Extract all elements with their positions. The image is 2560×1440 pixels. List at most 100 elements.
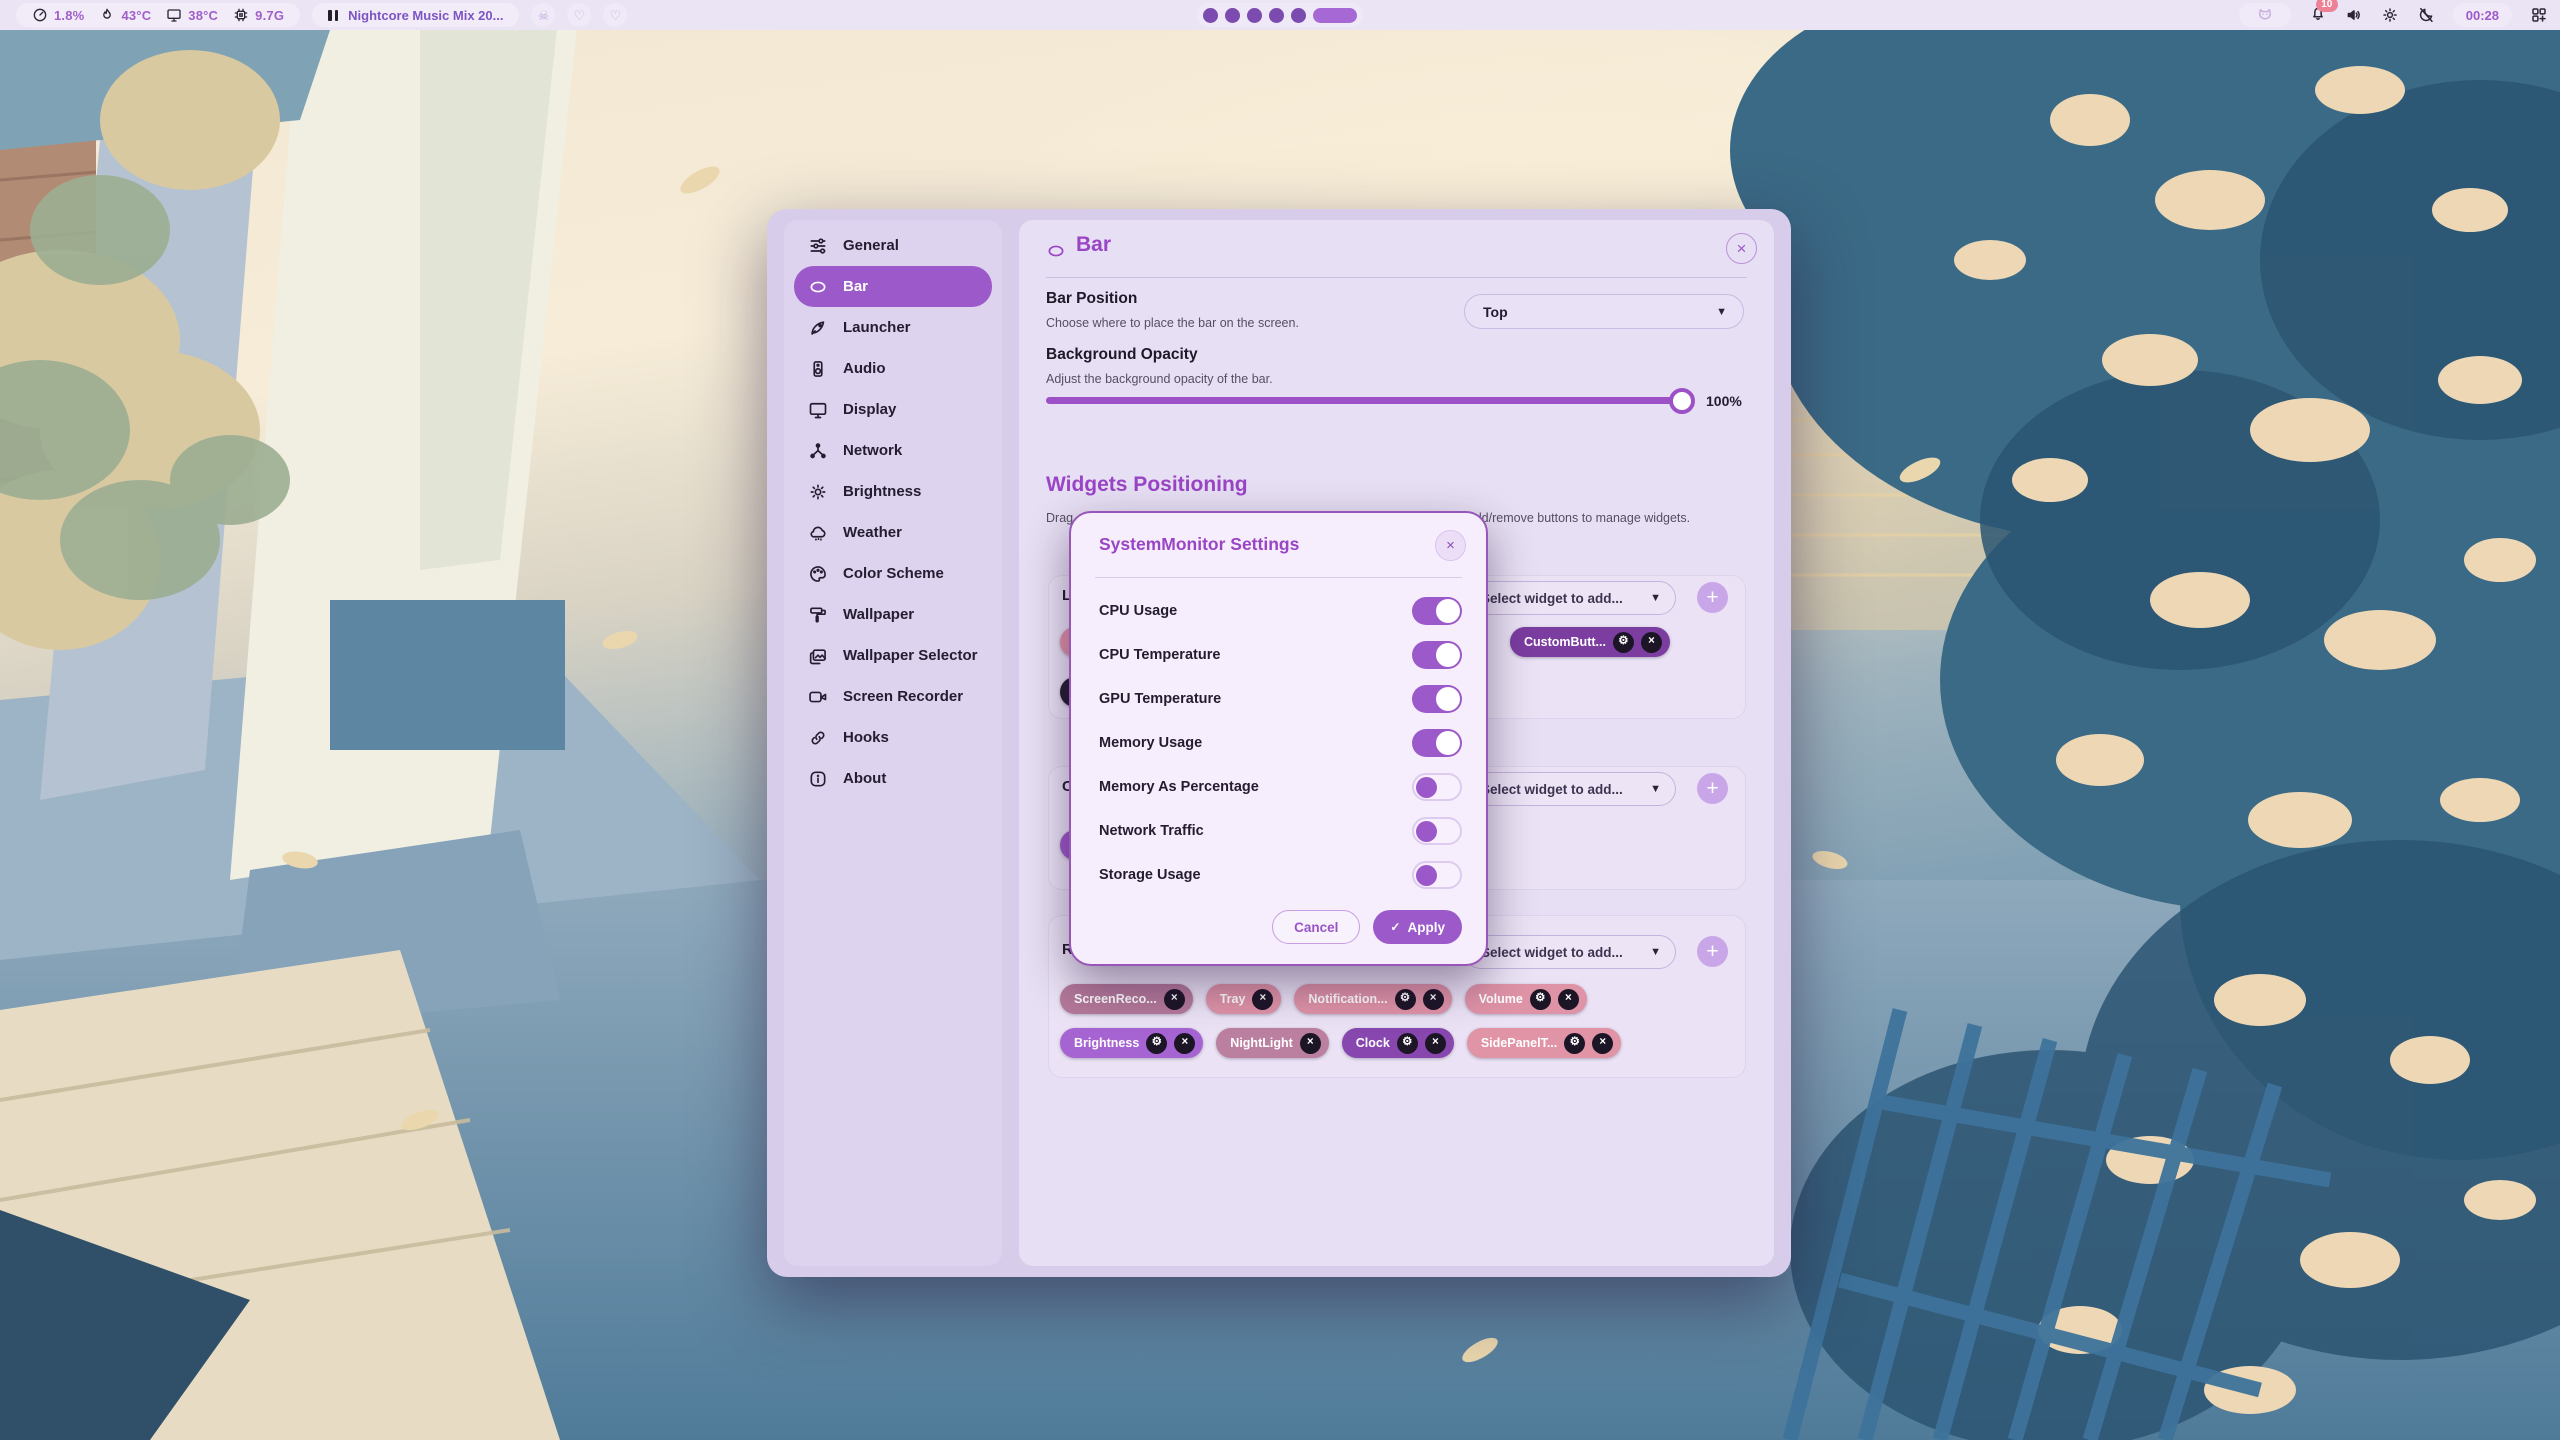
gauge-icon (32, 7, 48, 23)
memory-usage-toggle[interactable] (1412, 729, 1462, 757)
notifications-button[interactable]: 10 (2309, 4, 2327, 27)
media-player-module[interactable]: Nightcore Music Mix 20... (312, 3, 519, 27)
remove-icon[interactable]: × (1592, 1033, 1613, 1054)
add-widget-button[interactable]: + (1697, 582, 1728, 613)
bar-position-value: Top (1483, 304, 1508, 320)
tray-heart-icon-2[interactable]: ♡ (603, 3, 627, 27)
add-widget-button[interactable]: + (1697, 936, 1728, 967)
toggle-label: CPU Temperature (1099, 647, 1220, 663)
chevron-down-icon: ▼ (1716, 306, 1727, 318)
widget-chip[interactable]: ScreenReco... × (1060, 984, 1193, 1014)
remove-icon[interactable]: × (1252, 989, 1273, 1010)
background-opacity-label: Background Opacity (1046, 346, 1198, 364)
widgets-positioning-title: Widgets Positioning (1046, 473, 1248, 497)
sidebar-item-network[interactable]: Network (794, 430, 992, 471)
volume-icon[interactable] (2345, 6, 2363, 24)
workspaces-module[interactable] (1197, 3, 1363, 27)
widget-chip[interactable]: Tray × (1206, 984, 1282, 1014)
network-icon (808, 441, 828, 461)
tray-skull-icon[interactable]: ☠ (531, 3, 555, 27)
remove-icon[interactable]: × (1300, 1033, 1321, 1054)
widget-chip[interactable]: CustomButt... ⚙ × (1510, 627, 1670, 657)
gear-icon[interactable]: ⚙ (1564, 1033, 1585, 1054)
dialog-title: SystemMonitor Settings (1099, 534, 1299, 555)
workspace-dot[interactable] (1269, 8, 1284, 23)
remove-icon[interactable]: × (1641, 632, 1662, 653)
chevron-down-icon: ▼ (1650, 946, 1661, 958)
sidebar-item-weather[interactable]: Weather (794, 512, 992, 553)
opacity-slider-track[interactable] (1046, 397, 1689, 404)
sidebar-item-color-scheme[interactable]: Color Scheme (794, 553, 992, 594)
toggle-row: GPU Temperature (1071, 677, 1486, 721)
widget-chip[interactable]: Brightness ⚙ × (1060, 1028, 1203, 1058)
gear-icon[interactable]: ⚙ (1395, 989, 1416, 1010)
widget-chip[interactable]: NightLight × (1216, 1028, 1328, 1058)
remove-icon[interactable]: × (1174, 1033, 1195, 1054)
remove-icon[interactable]: × (1164, 989, 1185, 1010)
widget-chip[interactable]: Clock ⚙ × (1342, 1028, 1454, 1058)
gear-icon[interactable]: ⚙ (1613, 632, 1634, 653)
night-light-moon-icon[interactable] (2417, 6, 2435, 24)
cpu-temp-stat: 43°C (99, 7, 151, 23)
top-bar: 1.8% 43°C 38°C 9.7G Nightcore Music Mix … (0, 0, 2560, 30)
cpu-usage-value: 1.8% (54, 8, 84, 23)
remove-icon[interactable]: × (1558, 989, 1579, 1010)
widget-chip-label: Clock (1356, 1036, 1390, 1050)
add-widget-select[interactable]: Select widget to add... ▼ (1464, 772, 1676, 806)
gear-icon[interactable]: ⚙ (1530, 989, 1551, 1010)
sidebar-item-wallpaper[interactable]: Wallpaper (794, 594, 992, 635)
widget-chip[interactable]: Notification... ⚙ × (1294, 984, 1451, 1014)
workspace-dot[interactable] (1291, 8, 1306, 23)
clock-module[interactable]: 00:28 (2453, 3, 2512, 27)
sidebar-item-hooks[interactable]: Hooks (794, 717, 992, 758)
brightness-sun-icon[interactable] (2381, 6, 2399, 24)
tray-app-button[interactable] (2239, 3, 2291, 27)
sidebar-item-bar[interactable]: Bar (794, 266, 992, 307)
remove-icon[interactable]: × (1425, 1033, 1446, 1054)
sidebar-item-launcher[interactable]: Launcher (794, 307, 992, 348)
add-widget-button[interactable]: + (1697, 773, 1728, 804)
sidebar-item-wallpaper-selector[interactable]: Wallpaper Selector (794, 635, 992, 676)
tray-heart-icon[interactable]: ♡ (567, 3, 591, 27)
workspace-dot[interactable] (1225, 8, 1240, 23)
widget-chip-label: CustomButt... (1524, 635, 1606, 649)
gpu-temp-stat: 38°C (166, 7, 218, 23)
sidebar-item-label: About (843, 770, 886, 787)
cpu-temperature-toggle[interactable] (1412, 641, 1462, 669)
system-stats-module[interactable]: 1.8% 43°C 38°C 9.7G (16, 3, 300, 27)
widget-chip[interactable]: SidePanelT... ⚙ × (1467, 1028, 1621, 1058)
cpu-usage-toggle[interactable] (1412, 597, 1462, 625)
close-icon[interactable]: × (1726, 233, 1757, 264)
memory-stat: 9.7G (233, 7, 284, 23)
gpu-temperature-toggle[interactable] (1412, 685, 1462, 713)
check-icon: ✓ (1390, 920, 1400, 934)
close-icon[interactable]: × (1435, 530, 1466, 561)
cancel-button[interactable]: Cancel (1272, 910, 1360, 944)
gear-icon[interactable]: ⚙ (1397, 1033, 1418, 1054)
sidebar-item-display[interactable]: Display (794, 389, 992, 430)
dashboard-add-icon[interactable] (2530, 6, 2548, 24)
toggle-row: Network Traffic (1071, 809, 1486, 853)
network-traffic-toggle[interactable] (1412, 817, 1462, 845)
gear-icon[interactable]: ⚙ (1146, 1033, 1167, 1054)
widget-chip[interactable]: Volume ⚙ × (1465, 984, 1587, 1014)
bar-position-select[interactable]: Top ▼ (1464, 294, 1744, 329)
add-widget-select[interactable]: Select widget to add... ▼ (1464, 935, 1676, 969)
sidebar-item-brightness[interactable]: Brightness (794, 471, 992, 512)
workspace-active-pill[interactable] (1313, 8, 1357, 23)
workspace-dot[interactable] (1247, 8, 1262, 23)
sidebar-item-label: Wallpaper Selector (843, 647, 978, 664)
storage-usage-toggle[interactable] (1412, 861, 1462, 889)
sidebar-item-general[interactable]: General (794, 225, 992, 266)
opacity-slider-knob[interactable] (1669, 388, 1695, 414)
sidebar-item-about[interactable]: About (794, 758, 992, 799)
sidebar-item-audio[interactable]: Audio (794, 348, 992, 389)
workspace-dot[interactable] (1203, 8, 1218, 23)
sidebar-item-screen-recorder[interactable]: Screen Recorder (794, 676, 992, 717)
video-camera-icon (808, 687, 828, 707)
apply-button[interactable]: ✓ Apply (1373, 910, 1462, 944)
add-widget-select[interactable]: Select widget to add... ▼ (1464, 581, 1676, 615)
widget-chip-label: SidePanelT... (1481, 1036, 1557, 1050)
memory-as-percentage-toggle[interactable] (1412, 773, 1462, 801)
remove-icon[interactable]: × (1423, 989, 1444, 1010)
